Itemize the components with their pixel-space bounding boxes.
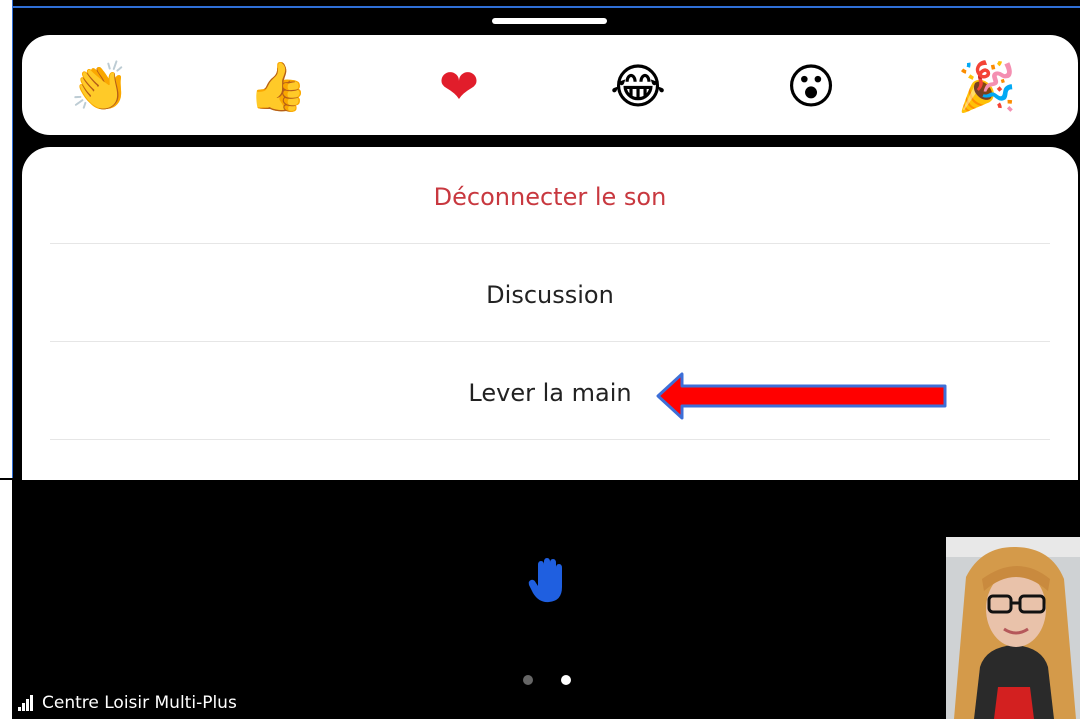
reaction-tears-of-joy-button[interactable]: 😂: [608, 57, 668, 117]
heart-icon: ❤: [438, 59, 480, 115]
menu-divider: [50, 439, 1050, 440]
page-dot-2-active[interactable]: [561, 675, 571, 685]
self-video-thumbnail[interactable]: [946, 537, 1080, 719]
reaction-open-mouth-button[interactable]: 😮: [781, 57, 841, 117]
chat-button[interactable]: Discussion: [50, 246, 1050, 344]
menu-divider: [50, 341, 1050, 342]
reaction-thumbs-up-button[interactable]: 👍: [248, 57, 308, 117]
top-edge-line: [12, 6, 1080, 8]
meeting-name: Centre Loisir Multi-Plus: [42, 693, 237, 713]
left-edge-line: [12, 0, 13, 478]
disconnect-audio-button[interactable]: Déconnecter le son: [50, 148, 1050, 246]
reaction-heart-button[interactable]: ❤: [429, 57, 489, 117]
signal-strength-icon: [18, 695, 33, 711]
raised-hand-icon: [528, 558, 562, 603]
reaction-clap-button[interactable]: 👏: [70, 57, 130, 117]
left-edge-strip-lower: [0, 480, 12, 719]
tears-of-joy-icon: 😂: [609, 59, 667, 115]
meeting-status-bar: Centre Loisir Multi-Plus: [18, 691, 237, 715]
sheet-drag-handle[interactable]: [492, 18, 607, 24]
page-dot-1[interactable]: [523, 675, 533, 685]
participant-avatar: [946, 537, 1080, 719]
reaction-party-popper-button[interactable]: 🎉: [957, 57, 1017, 117]
reactions-bar: 👏 👍 ❤ 😂 😮 🎉: [22, 35, 1078, 135]
page-indicator[interactable]: [523, 675, 583, 687]
menu-divider: [50, 243, 1050, 244]
clapping-hands-icon: 👏: [70, 59, 130, 115]
thumbs-up-icon: 👍: [248, 59, 308, 115]
open-mouth-icon: 😮: [785, 59, 837, 115]
annotation-arrow-icon: [656, 372, 947, 420]
meeting-actions-menu: Déconnecter le son Discussion Lever la m…: [22, 147, 1078, 480]
left-edge-strip: [0, 0, 12, 478]
party-popper-icon: 🎉: [957, 59, 1017, 115]
